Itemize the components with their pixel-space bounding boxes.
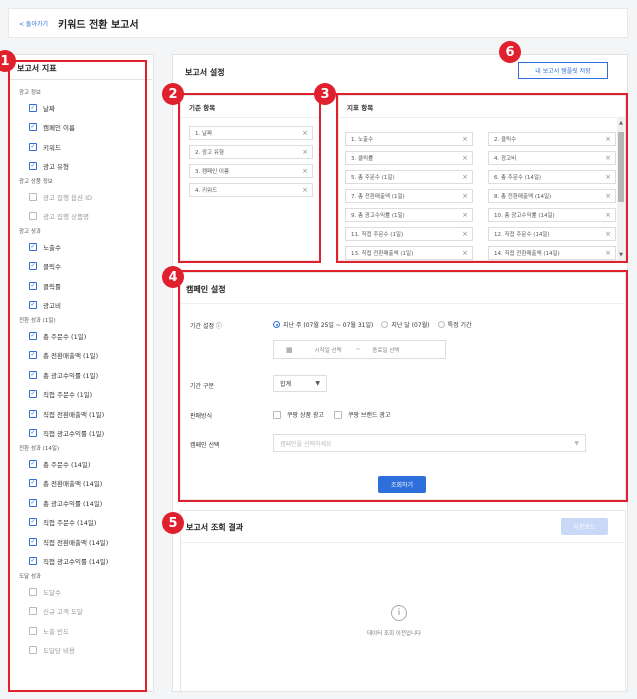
query-button[interactable]: 조회하기 [378, 476, 426, 493]
step-badge-5: 5 [162, 512, 184, 534]
breakdown-label: 기간 구분 [190, 383, 214, 390]
step-badge-3: 3 [314, 83, 336, 105]
campaign-select-label: 캠페인 선택 [190, 442, 220, 449]
save-template-button[interactable]: 내 보고서 템플릿 저장 [518, 62, 608, 79]
divider [181, 542, 625, 543]
highlight-box-1 [8, 60, 147, 692]
highlight-box-3 [336, 93, 628, 263]
start-date-field[interactable]: 시작일 선택 [315, 346, 342, 354]
divider [181, 303, 625, 304]
sales-option-brand-ad[interactable]: 쿠팡 브랜드 광고 [333, 410, 390, 419]
download-button[interactable]: 다운로드 [561, 518, 608, 535]
highlight-box-4 [178, 270, 628, 502]
radio [437, 321, 445, 328]
sales-option-product-ad[interactable]: 쿠팡 상품 광고 [273, 410, 324, 419]
settings-title: 보고서 설정 [185, 68, 225, 77]
highlight-box-2 [178, 93, 321, 263]
breakdown-value: 합계 [280, 381, 292, 388]
radio-selected [273, 321, 280, 328]
campaign-select[interactable]: 캠페인을 선택하세요 ▼ [273, 434, 586, 452]
sales-method-label: 판매방식 [190, 413, 213, 420]
period-option-last-week[interactable]: 지난 주 (07월 25일 ~ 07월 31일) [273, 320, 373, 329]
step-badge-6: 6 [499, 41, 521, 63]
period-label: 기간 설정 ⓘ [190, 323, 222, 330]
radio [381, 321, 389, 328]
campaign-placeholder: 캠페인을 선택하세요 [280, 440, 332, 448]
breakdown-select[interactable]: 합계 ▼ [273, 375, 327, 392]
date-separator: ~ [355, 346, 361, 353]
caret-down-icon: ▼ [574, 439, 579, 447]
step-badge-2: 2 [162, 83, 184, 105]
period-option-custom[interactable]: 특정 기간 [437, 320, 472, 329]
page-header: < 돌아가기 키워드 전환 보고서 [8, 8, 628, 38]
period-option-last-month[interactable]: 지난 달 (07월) [381, 320, 430, 329]
checkbox [273, 410, 281, 419]
results-title: 보고서 조회 결과 [186, 523, 244, 532]
calendar-icon: ▦ [286, 345, 293, 354]
results-panel [180, 510, 626, 692]
back-link[interactable]: < 돌아가기 [19, 19, 48, 28]
caret-down-icon: ▼ [315, 380, 320, 387]
campaign-title: 캠페인 설정 [186, 285, 226, 294]
page-title: 키워드 전환 보고서 [58, 19, 139, 31]
checkbox [333, 410, 342, 419]
period-radio-group: 지난 주 (07월 25일 ~ 07월 31일) 지난 달 (07월) 특정 기… [273, 320, 472, 329]
end-date-field[interactable]: 종료일 선택 [372, 346, 399, 354]
step-badge-4: 4 [162, 266, 184, 288]
info-icon: i [391, 605, 407, 621]
sales-method-group: 쿠팡 상품 광고 쿠팡 브랜드 광고 [273, 410, 390, 419]
date-range-input[interactable]: ▦ 시작일 선택 ~ 종료일 선택 [273, 340, 446, 359]
empty-state-text: 데이터 조회 이전입니다 [367, 631, 422, 637]
